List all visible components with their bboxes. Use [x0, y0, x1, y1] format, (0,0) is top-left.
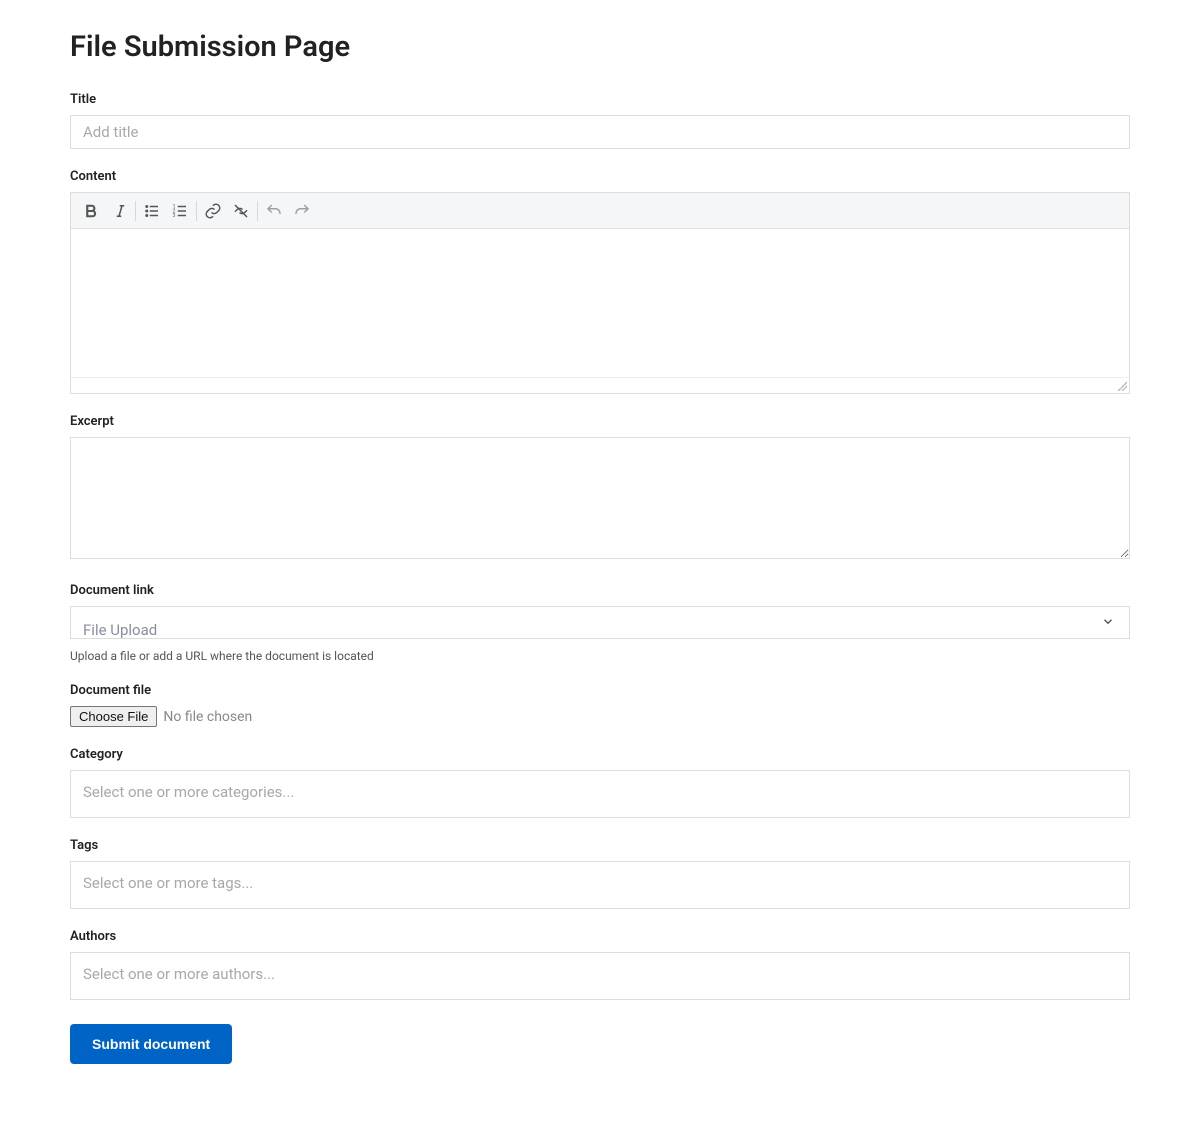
field-document-file: Document file Choose File No file chosen — [70, 683, 1130, 727]
editor-statusbar — [71, 377, 1129, 393]
excerpt-textarea[interactable] — [70, 437, 1130, 559]
field-title: Title — [70, 92, 1130, 149]
field-content: Content — [70, 169, 1130, 394]
document-link-selected: File Upload — [83, 621, 157, 639]
link-icon[interactable] — [199, 197, 227, 225]
content-textarea[interactable] — [71, 229, 1129, 377]
authors-label: Authors — [70, 929, 1130, 944]
page-root: File Submission Page Title Content — [0, 0, 1200, 1124]
content-label: Content — [70, 169, 1130, 184]
file-status-text: No file chosen — [163, 709, 252, 725]
tags-placeholder: Select one or more tags... — [83, 874, 253, 892]
authors-placeholder: Select one or more authors... — [83, 965, 275, 983]
toolbar-separator — [257, 201, 258, 221]
toolbar-separator — [135, 201, 136, 221]
content-editor: 1 2 3 — [70, 192, 1130, 394]
italic-icon[interactable] — [105, 197, 133, 225]
field-tags: Tags Select one or more tags... — [70, 838, 1130, 909]
document-link-label: Document link — [70, 583, 1130, 598]
category-label: Category — [70, 747, 1130, 762]
category-input[interactable]: Select one or more categories... — [70, 770, 1130, 818]
field-excerpt: Excerpt — [70, 414, 1130, 563]
ordered-list-icon[interactable]: 1 2 3 — [166, 197, 194, 225]
tags-label: Tags — [70, 838, 1130, 853]
field-category: Category Select one or more categories..… — [70, 747, 1130, 818]
chevron-down-icon — [1101, 613, 1115, 632]
title-label: Title — [70, 92, 1130, 107]
page-title: File Submission Page — [70, 30, 1130, 64]
choose-file-button[interactable]: Choose File — [70, 706, 157, 727]
tags-input[interactable]: Select one or more tags... — [70, 861, 1130, 909]
field-authors: Authors Select one or more authors... — [70, 929, 1130, 1000]
svg-text:3: 3 — [173, 213, 176, 219]
title-input[interactable] — [70, 115, 1130, 149]
document-link-helper: Upload a file or add a URL where the doc… — [70, 649, 1130, 663]
document-link-select[interactable]: File Upload — [70, 606, 1130, 639]
authors-input[interactable]: Select one or more authors... — [70, 952, 1130, 1000]
editor-toolbar: 1 2 3 — [71, 193, 1129, 229]
bold-icon[interactable] — [77, 197, 105, 225]
excerpt-label: Excerpt — [70, 414, 1130, 429]
toolbar-separator — [196, 201, 197, 221]
field-document-link: Document link File Upload Upload a file … — [70, 583, 1130, 663]
category-placeholder: Select one or more categories... — [83, 783, 294, 801]
document-file-label: Document file — [70, 683, 1130, 698]
document-file-row: Choose File No file chosen — [70, 706, 1130, 727]
submit-document-button[interactable]: Submit document — [70, 1024, 232, 1064]
undo-icon[interactable] — [260, 197, 288, 225]
unlink-icon[interactable] — [227, 197, 255, 225]
bullet-list-icon[interactable] — [138, 197, 166, 225]
redo-icon[interactable] — [288, 197, 316, 225]
resize-handle[interactable] — [1117, 381, 1127, 391]
